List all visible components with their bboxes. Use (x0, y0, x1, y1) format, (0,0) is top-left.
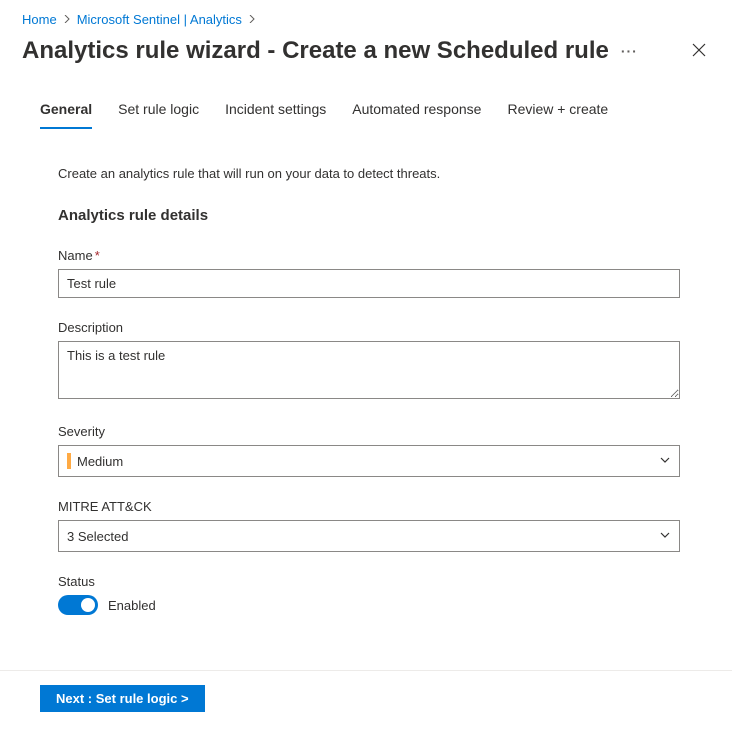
page-title: Analytics rule wizard - Create a new Sch… (22, 37, 638, 65)
status-value: Enabled (108, 598, 156, 613)
severity-label: Severity (58, 424, 680, 439)
section-title: Analytics rule details (58, 207, 680, 224)
chevron-down-icon (659, 529, 671, 544)
tab-general[interactable]: General (40, 93, 92, 129)
chevron-right-icon (248, 14, 256, 26)
tab-set-rule-logic[interactable]: Set rule logic (118, 93, 199, 129)
close-icon (692, 45, 706, 60)
field-status: Status Enabled (58, 574, 680, 615)
severity-color-bar (67, 453, 71, 469)
intro-text: Create an analytics rule that will run o… (58, 166, 680, 181)
description-input[interactable] (58, 341, 680, 399)
field-name: Name* (58, 248, 680, 298)
description-label: Description (58, 320, 680, 335)
mitre-label: MITRE ATT&CK (58, 499, 680, 514)
field-description: Description (58, 320, 680, 402)
toggle-thumb (81, 598, 95, 612)
chevron-right-icon (63, 14, 71, 26)
required-indicator: * (95, 248, 100, 263)
tab-incident-settings[interactable]: Incident settings (225, 93, 326, 129)
severity-value-text: Medium (77, 454, 123, 469)
name-input[interactable] (58, 269, 680, 298)
breadcrumb: Home Microsoft Sentinel | Analytics (22, 12, 710, 27)
mitre-select[interactable]: 3 Selected (58, 520, 680, 552)
field-severity: Severity Medium (58, 424, 680, 477)
more-actions-icon[interactable]: ··· (621, 43, 638, 59)
page-title-text: Analytics rule wizard - Create a new Sch… (22, 37, 609, 65)
chevron-down-icon (659, 454, 671, 469)
name-label: Name* (58, 248, 680, 263)
next-button[interactable]: Next : Set rule logic > (40, 685, 205, 712)
name-label-text: Name (58, 248, 93, 263)
tabs: General Set rule logic Incident settings… (22, 93, 710, 130)
footer: Next : Set rule logic > (0, 670, 732, 712)
title-row: Analytics rule wizard - Create a new Sch… (22, 37, 710, 65)
severity-select[interactable]: Medium (58, 445, 680, 477)
field-mitre: MITRE ATT&CK 3 Selected (58, 499, 680, 552)
tab-automated-response[interactable]: Automated response (352, 93, 481, 129)
breadcrumb-sentinel[interactable]: Microsoft Sentinel | Analytics (77, 12, 242, 27)
mitre-value: 3 Selected (67, 529, 128, 544)
status-toggle-row: Enabled (58, 595, 680, 615)
breadcrumb-home[interactable]: Home (22, 12, 57, 27)
close-button[interactable] (688, 39, 710, 64)
content-area: Create an analytics rule that will run o… (22, 166, 710, 615)
status-label: Status (58, 574, 680, 589)
tab-review-create[interactable]: Review + create (507, 93, 608, 129)
status-toggle[interactable] (58, 595, 98, 615)
severity-value: Medium (67, 453, 123, 469)
